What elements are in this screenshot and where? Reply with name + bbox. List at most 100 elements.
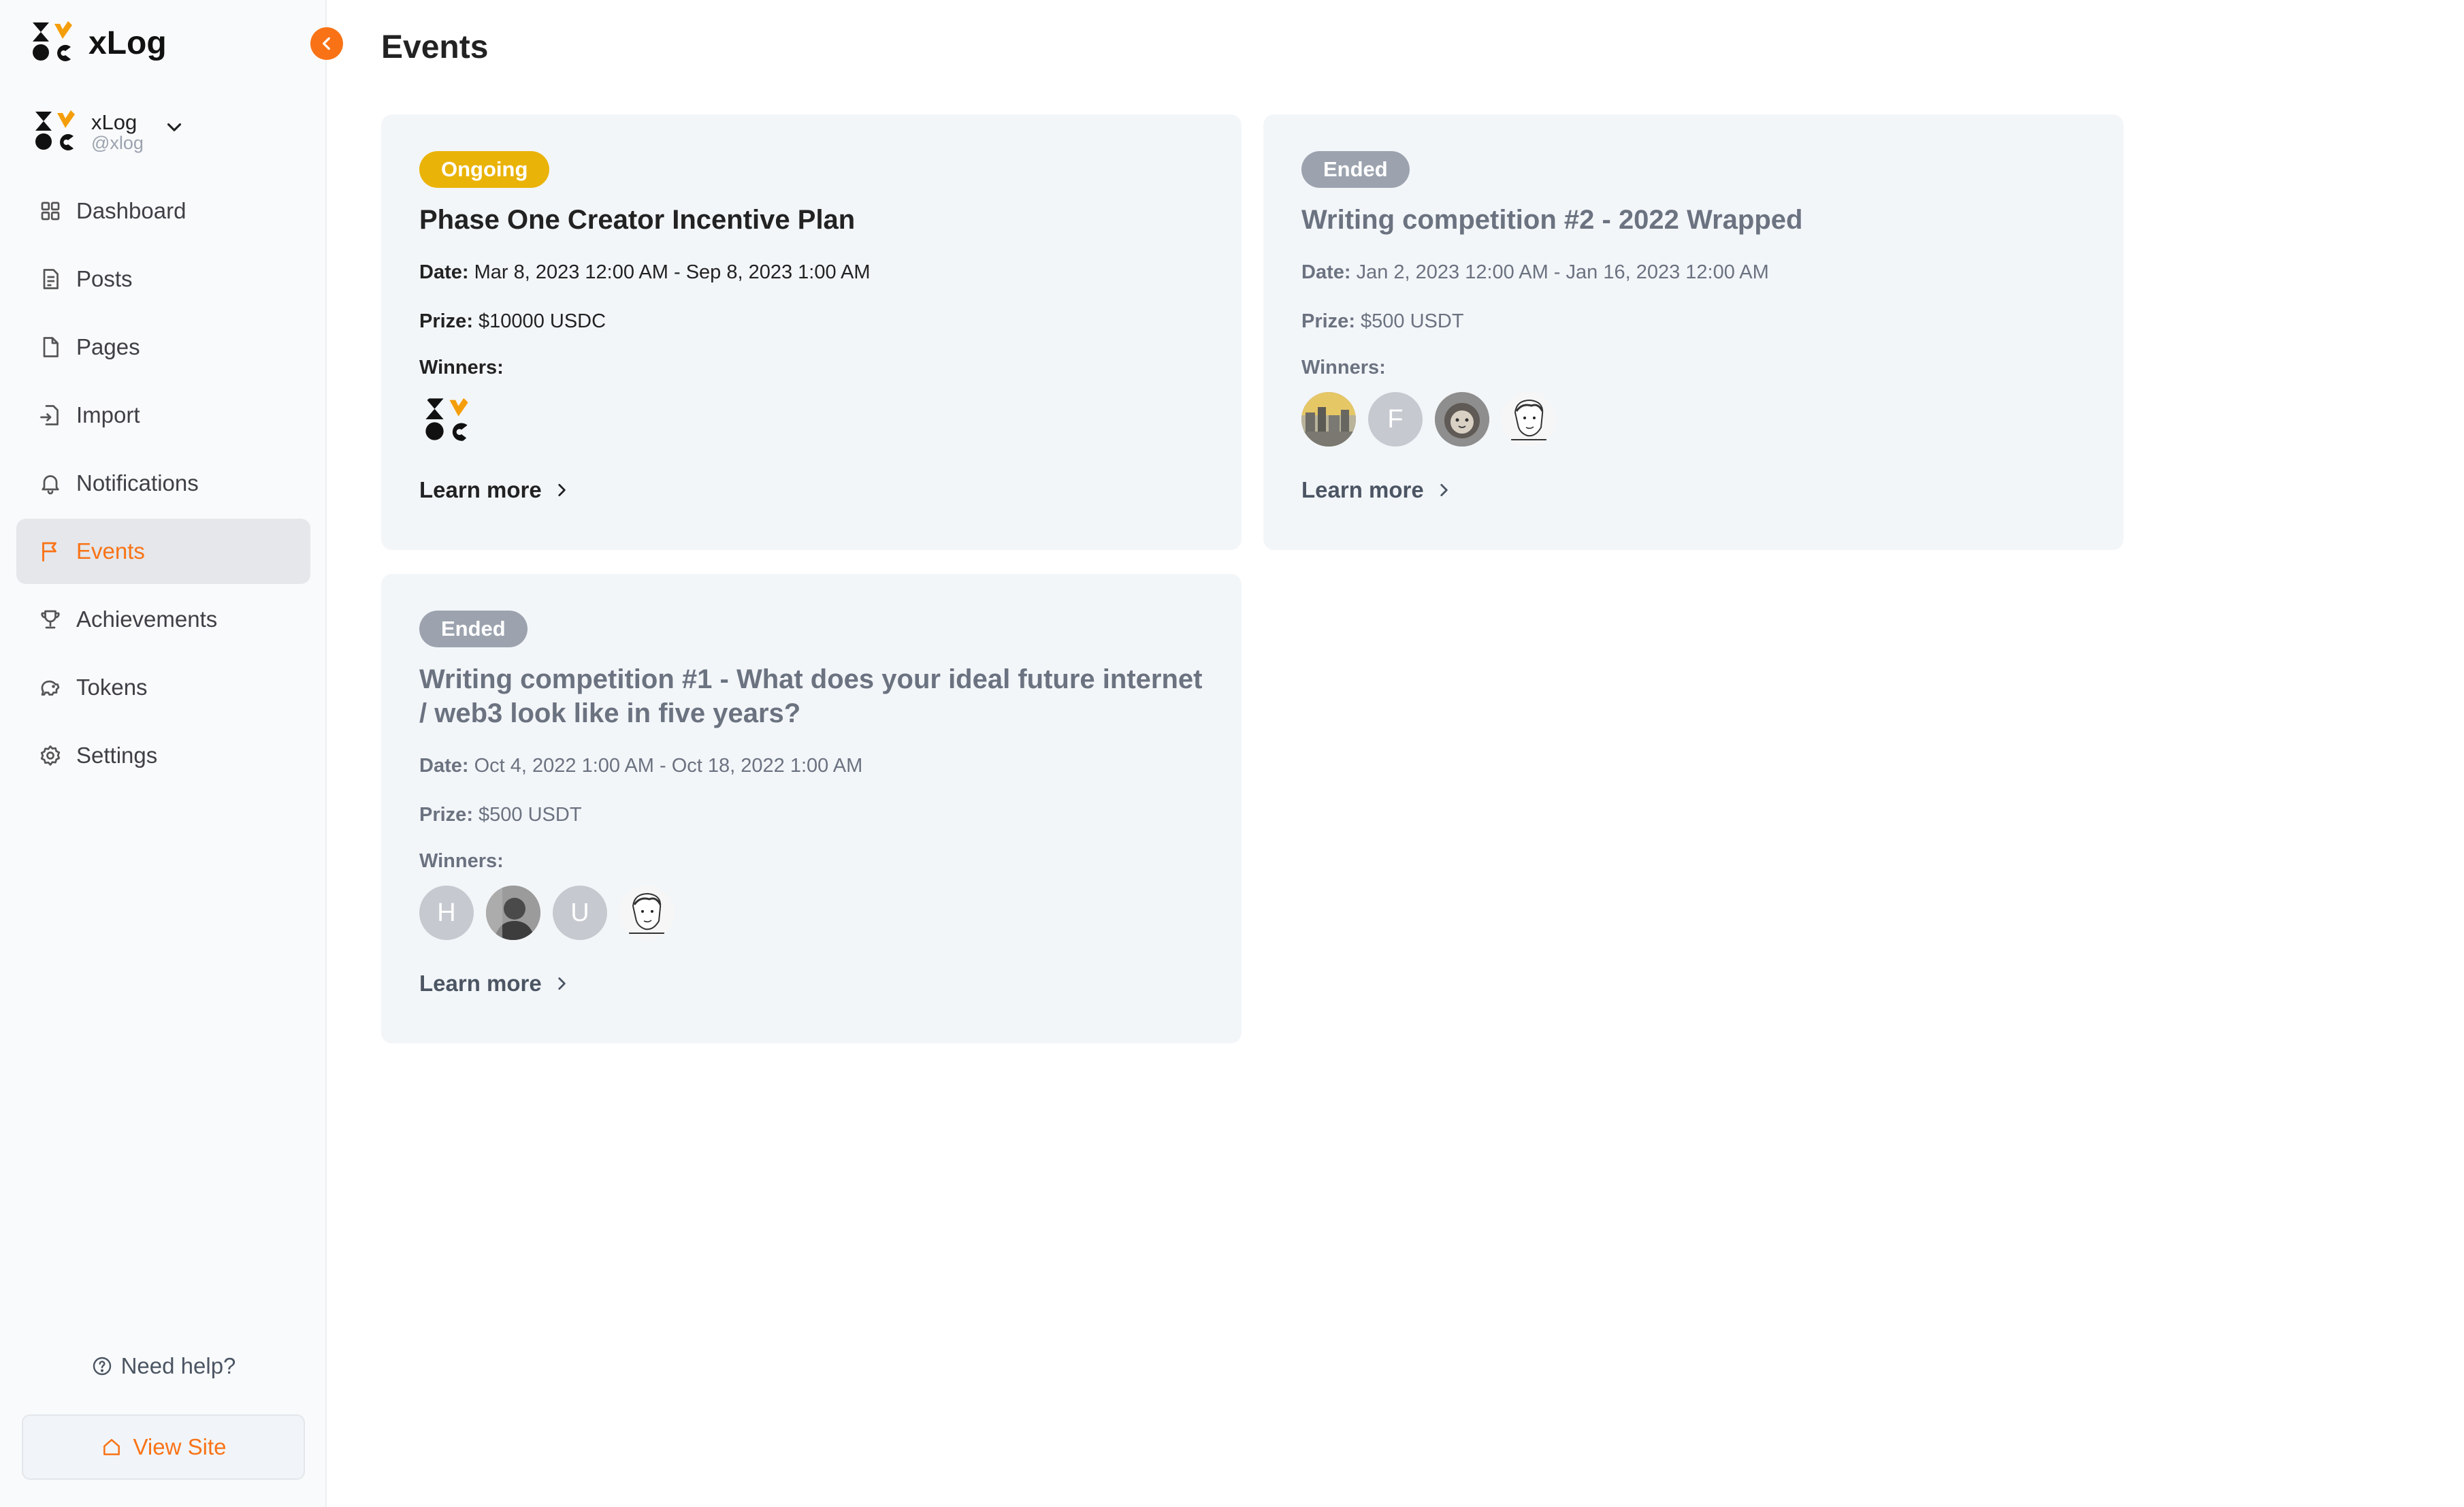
prize-label: Prize: [419,804,473,826]
date-label: Date: [1301,261,1351,283]
learn-more-link[interactable]: Learn more [1301,477,1453,503]
xlog-logo-icon [30,20,74,67]
sketch-avatar-image [1502,392,1556,447]
sidebar-item-pages[interactable]: Pages [16,314,310,380]
winner-avatar[interactable] [1502,392,1556,447]
site-avatar [33,109,76,156]
winner-avatar[interactable]: U [553,886,607,940]
event-date: Date: Oct 4, 2022 1:00 AM - Oct 18, 2022… [419,752,1203,779]
date-label: Date: [419,755,469,777]
chevron-left-icon [323,37,330,50]
sidebar-item-achievements[interactable]: Achievements [16,587,310,652]
winner-avatar[interactable]: F [1368,392,1423,447]
event-title: Writing competition #2 - 2022 Wrapped [1301,205,1803,235]
avatar-initial: H [437,898,456,927]
event-card: Ended Writing competition #2 - 2022 Wrap… [1263,114,2124,550]
trophy-icon [41,610,60,629]
posts-icon [43,269,59,289]
app-name: xLog [88,25,167,61]
sidebar-item-tokens[interactable]: Tokens [16,655,310,720]
winners-list: F [1301,391,2086,447]
dashboard-icon [41,201,60,221]
winner-avatar[interactable] [1435,392,1489,447]
date-value: Jan 2, 2023 12:00 AM - Jan 16, 2023 12:0… [1356,261,1769,283]
bell-icon [42,475,59,495]
sidebar-item-label: Achievements [76,606,218,632]
date-value: Oct 4, 2022 1:00 AM - Oct 18, 2022 1:00 … [474,755,863,777]
prize-value: $500 USDT [1361,310,1464,332]
lion-avatar-image [1435,392,1489,447]
event-prize: Prize: $500 USDT [419,801,1203,828]
piggy-bank-icon [41,680,60,696]
event-card: Ended Writing competition #1 - What does… [381,574,1242,1043]
site-name: xLog [91,110,137,134]
winners-label: Winners: [419,357,504,378]
date-label: Date: [419,261,469,283]
winners-label: Winners: [419,850,504,872]
status-badge: Ongoing [419,151,550,188]
prize-label: Prize: [419,310,473,332]
sidebar: xLog xLog @xlog Dashboard Posts Pages Im… [0,0,327,1507]
winner-avatar[interactable] [1301,392,1356,447]
brand[interactable]: xLog [30,19,167,67]
gear-icon [40,745,61,766]
winner-avatar[interactable] [619,886,674,940]
learn-more-label: Learn more [419,477,542,502]
sidebar-item-settings[interactable]: Settings [16,723,310,788]
date-value: Mar 8, 2023 12:00 AM - Sep 8, 2023 1:00 … [474,261,871,283]
chevron-right-icon [558,484,566,496]
winner-avatar[interactable] [486,886,540,940]
winners-label: Winners: [1301,357,1386,378]
site-switcher[interactable]: xLog @xlog [33,108,186,157]
sidebar-item-label: Import [76,402,140,427]
learn-more-label: Learn more [1301,477,1424,502]
site-handle: @xlog [91,133,144,154]
collapse-sidebar-button[interactable] [310,27,343,60]
photo-avatar-image [486,886,540,940]
prize-value: $500 USDT [479,804,582,826]
winner-avatar[interactable]: H [419,886,474,940]
event-date: Date: Mar 8, 2023 12:00 AM - Sep 8, 2023… [419,259,1203,286]
need-help-link[interactable]: Need help? [0,1353,327,1379]
import-icon [40,405,59,425]
event-title: Phase One Creator Incentive Plan [419,205,856,235]
learn-more-link[interactable]: Learn more [419,477,570,503]
need-help-label: Need help? [120,1353,236,1378]
winners-list: H U [419,885,1203,941]
avatar-initial: U [570,898,589,927]
sidebar-item-label: Pages [76,334,140,359]
site-info: xLog @xlog [91,110,144,154]
sketch-avatar-image [619,886,674,940]
sidebar-item-events[interactable]: Events [16,519,310,584]
sidebar-item-label: Posts [76,266,133,291]
learn-more-link[interactable]: Learn more [419,971,570,996]
chevron-down-icon [167,123,182,131]
xlog-logo-icon [425,397,469,441]
sidebar-item-label: Events [76,538,145,564]
prize-value: $10000 USDC [479,310,606,332]
learn-more-label: Learn more [419,971,542,996]
pages-icon [43,337,59,357]
event-card: Ongoing Phase One Creator Incentive Plan… [381,114,1242,550]
view-site-button[interactable]: View Site [22,1414,305,1480]
winner-avatar[interactable] [419,392,474,447]
home-icon [103,1439,120,1455]
chevron-right-icon [558,977,566,990]
sidebar-item-posts[interactable]: Posts [16,246,310,312]
event-title: Writing competition #1 - What does your … [419,664,1203,728]
event-date: Date: Jan 2, 2023 12:00 AM - Jan 16, 202… [1301,259,2086,286]
prize-label: Prize: [1301,310,1355,332]
event-prize: Prize: $10000 USDC [419,308,1203,335]
sidebar-item-label: Tokens [76,675,148,700]
sidebar-item-notifications[interactable]: Notifications [16,451,310,516]
avatar-initial: F [1387,404,1404,434]
sidebar-item-dashboard[interactable]: Dashboard [16,178,310,244]
sidebar-item-import[interactable]: Import [16,383,310,448]
chevron-right-icon [1440,484,1448,496]
sidebar-nav: Dashboard Posts Pages Import Notificatio… [16,178,310,788]
sidebar-item-label: Dashboard [76,198,187,223]
status-badge: Ended [1301,151,1410,188]
status-badge: Ended [419,611,528,647]
flag-icon [42,542,56,562]
help-circle-icon [93,1357,111,1376]
